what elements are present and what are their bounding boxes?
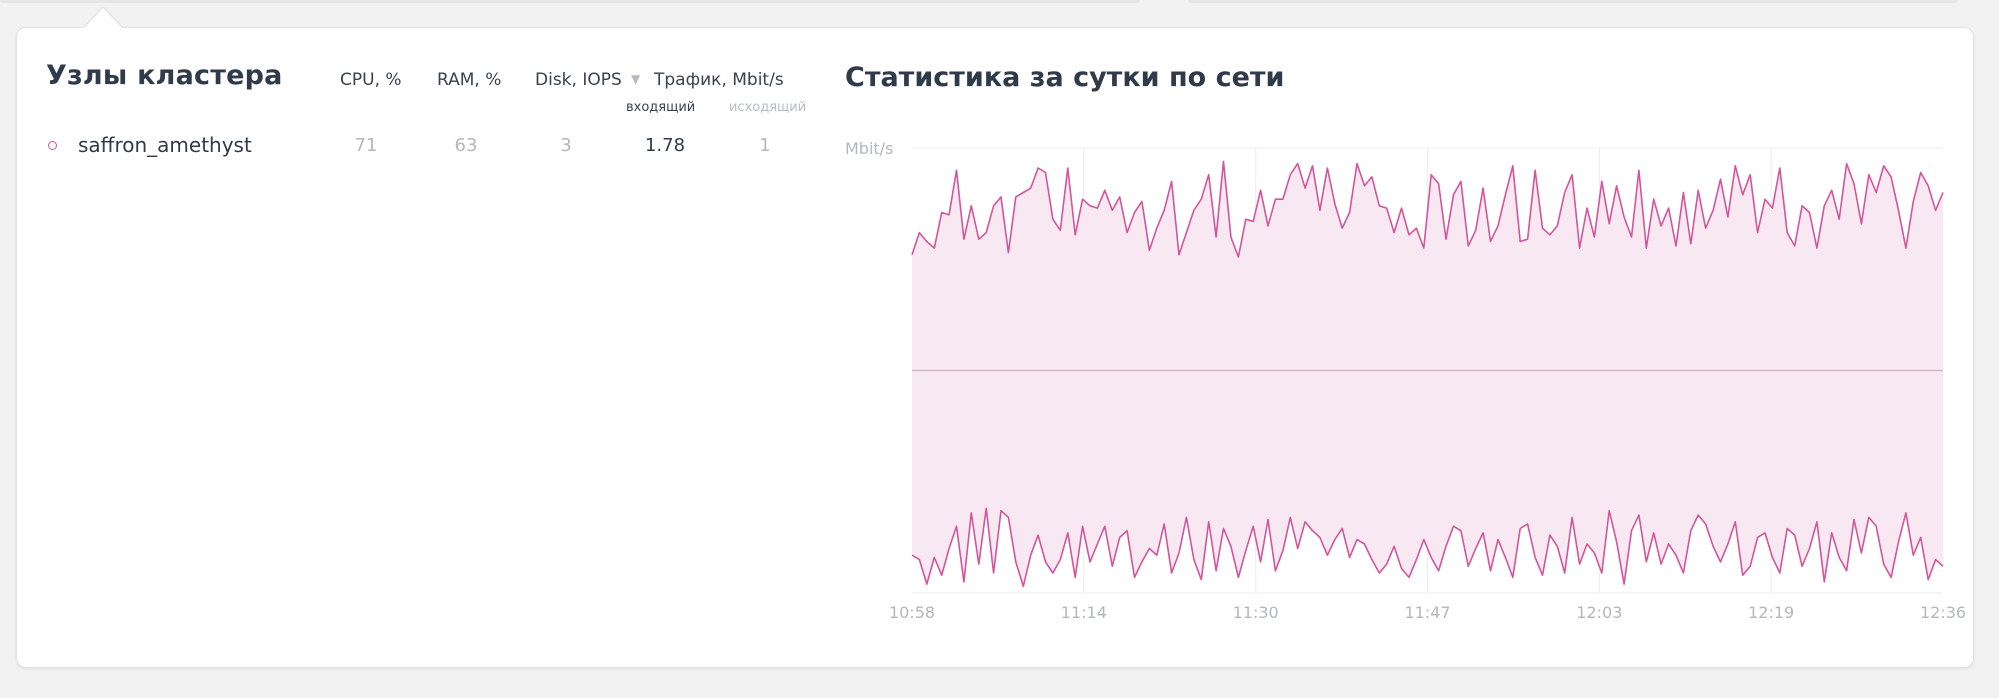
x-tick-label: 11:47 [1404, 603, 1450, 622]
chart-y-axis-label: Mbit/s [845, 139, 893, 158]
x-tick-label: 10:58 [889, 603, 935, 622]
network-traffic-chart: Mbit/s 10:58 11:14 11:30 11:47 12:03 12:19 12:… [845, 139, 1966, 622]
x-tick-label: 12:19 [1748, 603, 1794, 622]
x-tick-label: 12:03 [1576, 603, 1622, 622]
x-tick-label: 11:30 [1233, 603, 1279, 622]
chart-areas [912, 161, 1943, 587]
chart-x-ticks: 10:58 11:14 11:30 11:47 12:03 12:19 12:36 [889, 603, 1966, 622]
x-tick-label: 12:36 [1920, 603, 1966, 622]
x-tick-label: 11:14 [1061, 603, 1107, 622]
